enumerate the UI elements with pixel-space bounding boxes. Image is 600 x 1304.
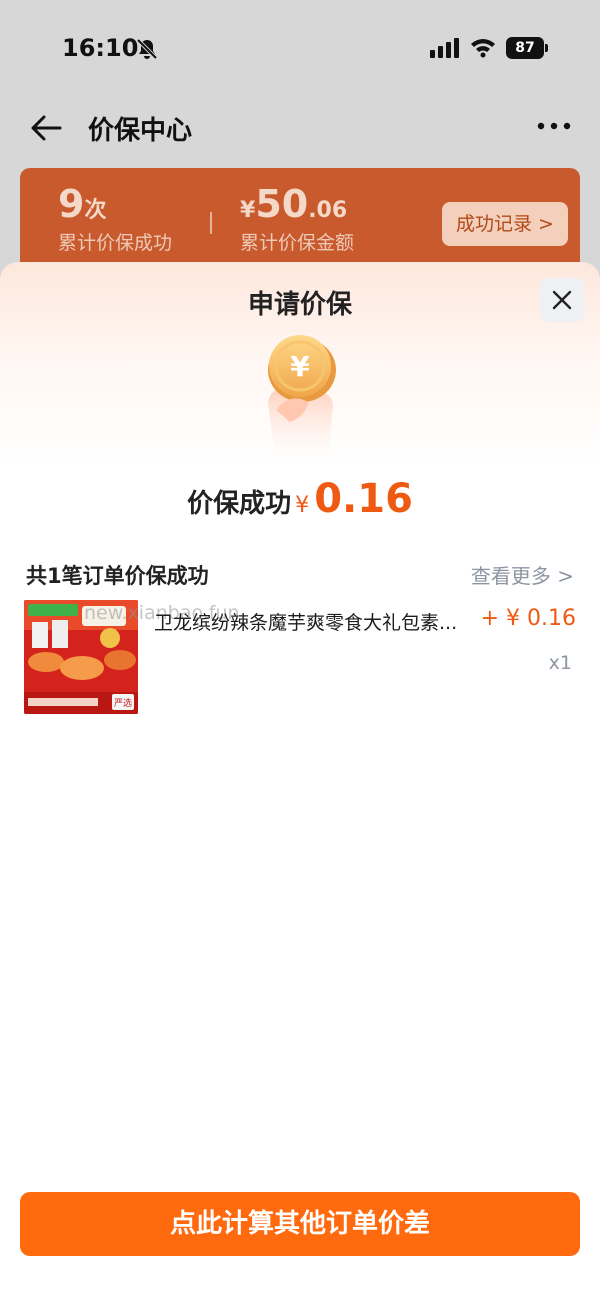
amount-symbol: ¥ <box>240 198 256 223</box>
item-quantity: x1 <box>548 652 572 674</box>
section-title: 共1笔订单价保成功 <box>26 564 209 588</box>
see-more-link[interactable]: 查看更多 > <box>471 560 574 589</box>
result-line: 价保成功 ¥ 0.16 <box>0 476 600 522</box>
image-badge: 严选 <box>114 697 132 709</box>
more-dots-icon[interactable] <box>536 120 572 132</box>
wifi-icon <box>471 39 495 58</box>
result-currency: ¥ <box>295 493 310 518</box>
order-item[interactable]: 严选 new.xianbao.fun 卫龙缤纷辣条魔芋爽零食大礼包素... + … <box>24 600 576 716</box>
svg-text:¥: ¥ <box>290 350 310 383</box>
coin-hand-icon: ¥ <box>268 335 336 462</box>
status-bar: 16:10 87 <box>0 0 600 96</box>
bell-mute-icon <box>136 38 158 60</box>
price-protection-sheet: 申请价保 ¥ 价保成功 ¥ 0.16 共1笔订单价保成功 查看更多 > 严选 n… <box>0 262 600 1304</box>
amount-label: 累计价保金额 <box>240 232 355 254</box>
item-refund-amount: + ¥ 0.16 <box>480 606 576 631</box>
close-button[interactable] <box>540 278 584 322</box>
product-title: 卫龙缤纷辣条魔芋爽零食大礼包素... <box>154 612 458 634</box>
amount-decimal: .06 <box>308 198 348 223</box>
result-label: 价保成功 <box>187 489 292 519</box>
stat-divider <box>210 212 212 234</box>
status-time: 16:10 <box>62 34 139 62</box>
close-icon <box>552 290 572 310</box>
stat-success-count: 9次 累计价保成功 <box>58 182 172 255</box>
success-records-button[interactable]: 成功记录 > <box>442 202 568 246</box>
page-title: 价保中心 <box>88 116 193 146</box>
sheet-title: 申请价保 <box>247 290 352 320</box>
count-label: 累计价保成功 <box>58 232 173 254</box>
cellular-signal-icon <box>430 38 459 58</box>
calculate-other-orders-button[interactable]: 点此计算其他订单价差 <box>20 1192 580 1256</box>
battery-indicator: 87 <box>506 37 548 59</box>
count-unit: 次 <box>84 198 107 223</box>
stat-total-amount: ¥50.06 累计价保金额 <box>240 182 354 255</box>
back-arrow-icon[interactable] <box>28 112 64 144</box>
amount-integer: 50 <box>255 182 309 226</box>
nav-bar: 价保中心 <box>0 96 600 162</box>
count-value: 9 <box>58 182 85 226</box>
result-amount: 0.16 <box>314 476 413 522</box>
order-section-header: 共1笔订单价保成功 查看更多 > <box>26 560 574 589</box>
